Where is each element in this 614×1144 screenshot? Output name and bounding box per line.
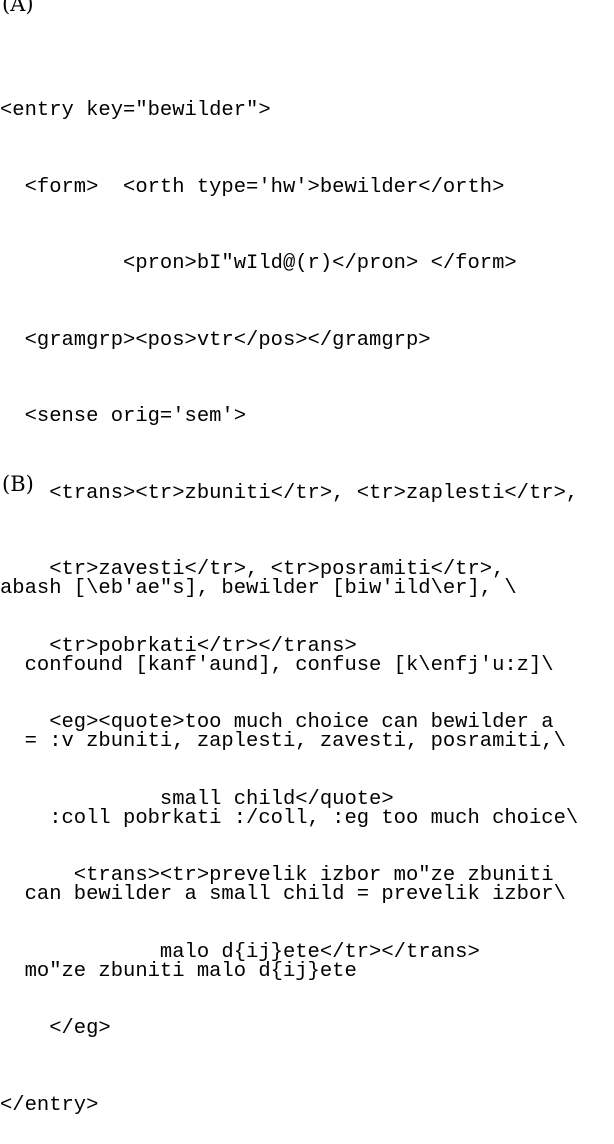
code-line: :coll pobrkati :/coll, :eg too much choi… [0, 806, 579, 830]
code-line: <pron>bI"wIld@(r)</pron> </form> [0, 252, 517, 275]
code-line: <sense orig='sem'> [0, 405, 247, 428]
code-block-b: abash [\eb'ae"s], bewilder [biw'ild\er],… [0, 525, 578, 1010]
code-line: <gramgrp><pos>vtr</pos></gramgrp> [0, 328, 431, 352]
code-line: mo"ze zbuniti malo d{ij}ete [0, 959, 357, 983]
code-line: can bewilder a small child = prevelik iz… [0, 883, 566, 906]
code-line: = :v zbuniti, zaplesti, zavesti, posrami… [0, 730, 566, 753]
code-line: </entry> [0, 1093, 99, 1117]
code-line: confound [kanf'aund], confuse [k\enfj'u:… [0, 653, 554, 677]
label-b: (B) [2, 472, 34, 496]
code-line: <entry key="bewilder"> [0, 99, 271, 122]
code-line: abash [\eb'ae"s], bewilder [biw'ild\er],… [0, 577, 517, 600]
code-line: <form> <orth type='hw'>bewilder</orth> [0, 175, 505, 199]
label-a: (A) [2, 0, 34, 16]
code-line: </eg> [0, 1017, 111, 1040]
code-line: <trans><tr>zbuniti</tr>, <tr>zaplesti</t… [0, 481, 579, 505]
